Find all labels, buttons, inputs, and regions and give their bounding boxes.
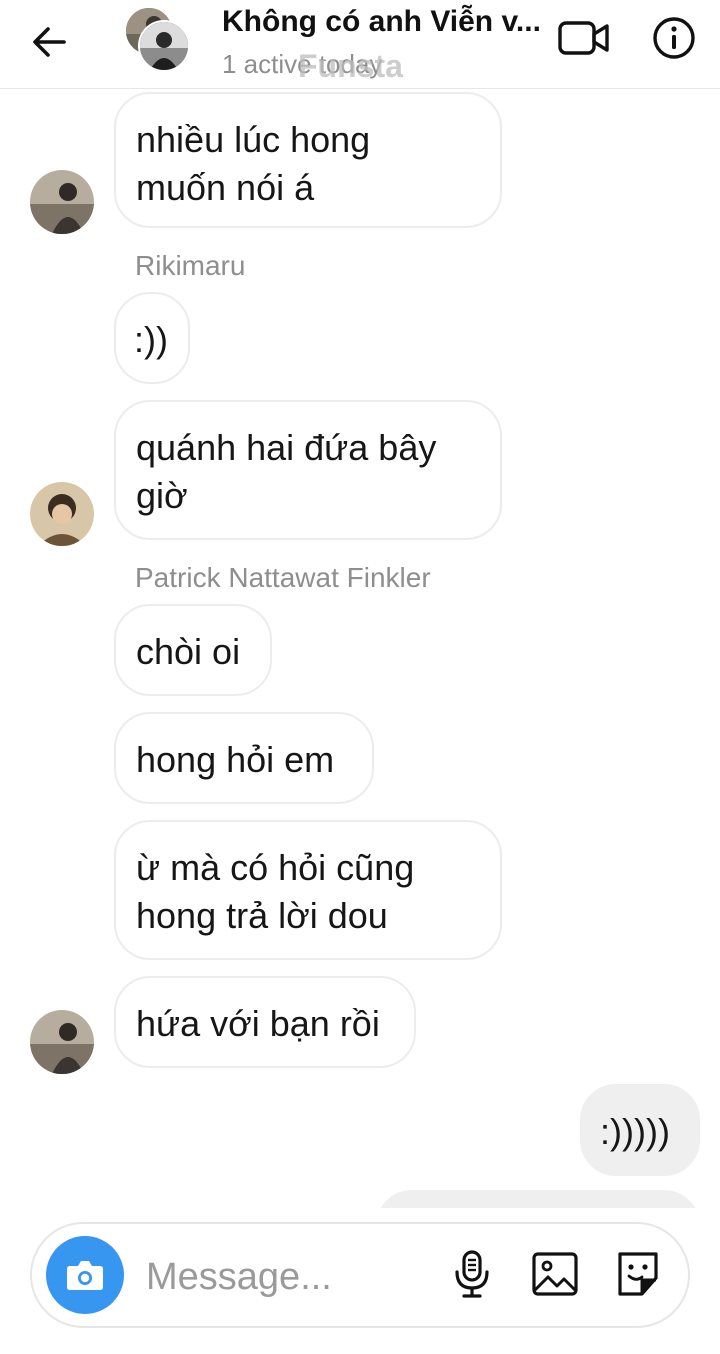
message-bubble[interactable]: ừ mà có hỏi cũng hong trả lời dou <box>114 820 502 960</box>
watermark: Funsta <box>298 48 403 84</box>
message-bubble[interactable]: quánh hai đứa bây giờ <box>114 400 502 540</box>
sender-name: Patrick Nattawat Finkler <box>135 562 431 593</box>
back-arrow-icon <box>33 27 66 57</box>
message-input[interactable] <box>146 1250 426 1304</box>
back-button[interactable] <box>28 20 72 64</box>
camera-button[interactable] <box>46 1236 124 1314</box>
sender-avatar[interactable] <box>30 170 94 234</box>
video-call-button[interactable] <box>556 14 612 62</box>
info-button[interactable] <box>650 14 698 62</box>
voice-message-button[interactable] <box>450 1246 494 1302</box>
info-icon <box>653 17 695 59</box>
video-call-icon <box>558 21 609 55</box>
sender-avatar[interactable] <box>30 1010 94 1074</box>
chat-header: Không có anh Viễn v... 1 active today Fu… <box>0 0 720 89</box>
member-avatar <box>138 20 190 72</box>
microphone-icon <box>455 1250 489 1298</box>
group-avatar[interactable] <box>124 6 190 72</box>
message-bubble[interactable]: hứa với bạn rồi <box>114 976 416 1068</box>
message-bubble[interactable]: :)) <box>114 292 190 384</box>
message-list[interactable]: nhiều lúc hong muốn nói á Rikimaru :)) q… <box>0 88 720 1208</box>
conversation-title[interactable]: Không có anh Viễn v... <box>222 2 562 42</box>
sticker-icon <box>618 1252 658 1296</box>
message-bubble[interactable]: chòi oi <box>114 604 272 696</box>
message-bubble[interactable]: hong hỏi em <box>114 712 374 804</box>
outgoing-message-bubble-partial[interactable] <box>376 1190 700 1208</box>
gallery-button[interactable] <box>530 1246 580 1302</box>
camera-icon <box>67 1261 103 1290</box>
message-composer <box>30 1222 690 1328</box>
sticker-button[interactable] <box>612 1246 664 1302</box>
sender-avatar[interactable] <box>30 482 94 546</box>
message-bubble[interactable]: nhiều lúc hong muốn nói á <box>114 92 502 228</box>
gallery-icon <box>532 1252 578 1296</box>
sender-name: Rikimaru <box>135 250 246 281</box>
outgoing-message-bubble[interactable]: :))))) <box>580 1084 700 1176</box>
